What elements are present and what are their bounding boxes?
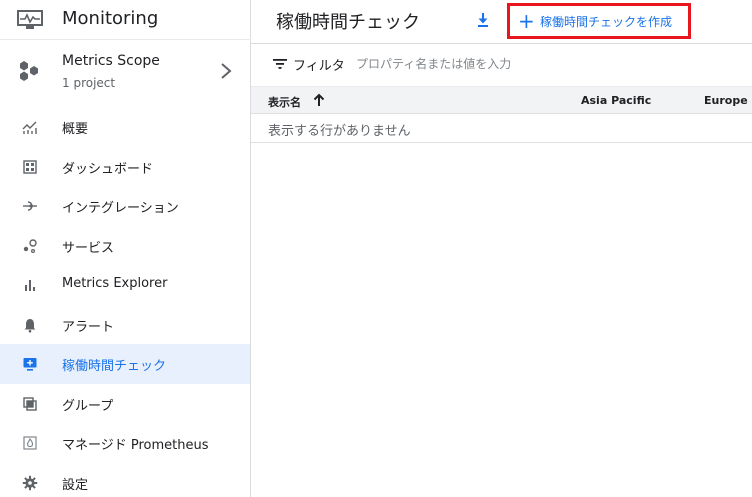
sidebar-item-label: アラート (62, 319, 115, 335)
sidebar-item-label: グループ (62, 398, 114, 414)
sidebar-item-label: 概要 (62, 122, 89, 137)
app-title: Monitoring (62, 8, 159, 29)
services-icon (23, 238, 37, 253)
main-content: 稼働時間チェック + 稼働時間チェックを作成 フィルタ 表示名 Asia Pac… (251, 0, 752, 497)
download-icon[interactable] (473, 10, 493, 30)
sidebar-item-services[interactable]: サービス (0, 226, 250, 266)
empty-table-message: 表示する行がありません (268, 124, 411, 139)
sidebar-item-overview[interactable]: 概要 (0, 107, 250, 147)
gear-icon (22, 475, 38, 490)
overview-chart-icon (22, 121, 37, 134)
sidebar-item-groups[interactable]: グループ (0, 384, 250, 424)
column-header-asia-pacific[interactable]: Asia Pacific (581, 94, 651, 107)
sidebar-item-label: Metrics Explorer (62, 276, 168, 291)
sidebar-item-label: 稼働時間チェック (62, 359, 167, 374)
sidebar-nav: 概要 ダッシュボード インテグレーション サービス Metrics Explor… (0, 107, 250, 497)
table-empty-row: 表示する行がありません (251, 114, 752, 143)
sidebar-header: Monitoring (0, 0, 251, 40)
scope-title: Metrics Scope (62, 53, 160, 69)
scope-subtitle: 1 project (62, 76, 116, 90)
sidebar-item-label: マネージド Prometheus (62, 438, 209, 453)
arrow-up-icon[interactable] (313, 93, 325, 107)
filter-input[interactable] (356, 52, 736, 76)
sidebar-item-settings[interactable]: 設定 (0, 463, 250, 497)
sidebar-item-label: サービス (62, 240, 115, 256)
sidebar-item-label: ダッシュボード (62, 161, 154, 177)
sidebar-item-integrations[interactable]: インテグレーション (0, 186, 250, 226)
bell-icon (24, 318, 36, 332)
sidebar-item-uptime-checks[interactable]: 稼働時間チェック (0, 344, 250, 384)
sidebar-item-alerting[interactable]: アラート (0, 305, 250, 345)
table-header: 表示名 Asia Pacific Europe (251, 86, 752, 114)
plus-icon: + (518, 9, 535, 33)
filter-icon (273, 59, 287, 69)
bar-chart-icon (25, 280, 35, 291)
integration-icon (23, 201, 37, 211)
metrics-scope-icon (20, 61, 38, 81)
page-title: 稼働時間チェック (276, 12, 420, 33)
column-header-europe[interactable]: Europe (704, 94, 748, 107)
monitoring-logo-icon (17, 10, 43, 29)
sidebar-item-managed-prometheus[interactable]: マネージド Prometheus (0, 423, 250, 463)
dashboard-icon (23, 159, 37, 174)
create-uptime-check-label: 稼働時間チェックを作成 (540, 15, 673, 29)
sidebar-item-dashboards[interactable]: ダッシュボード (0, 147, 250, 187)
sidebar: Monitoring Metrics Scope 1 project 概要 ダッ… (0, 0, 251, 497)
sidebar-item-label: 設定 (62, 477, 89, 493)
groups-icon (23, 396, 37, 411)
chevron-right-icon (221, 63, 232, 79)
filter-bar: フィルタ (251, 44, 752, 84)
sidebar-item-label: インテグレーション (62, 201, 179, 216)
column-header-display-name[interactable]: 表示名 (268, 94, 301, 110)
filter-label: フィルタ (293, 59, 345, 74)
uptime-monitor-icon (23, 358, 37, 371)
metrics-scope-selector[interactable]: Metrics Scope 1 project (0, 44, 251, 102)
sidebar-item-metrics-explorer[interactable]: Metrics Explorer (0, 265, 250, 305)
prometheus-icon (23, 436, 37, 450)
create-uptime-check-button[interactable]: + 稼働時間チェックを作成 (507, 3, 691, 39)
